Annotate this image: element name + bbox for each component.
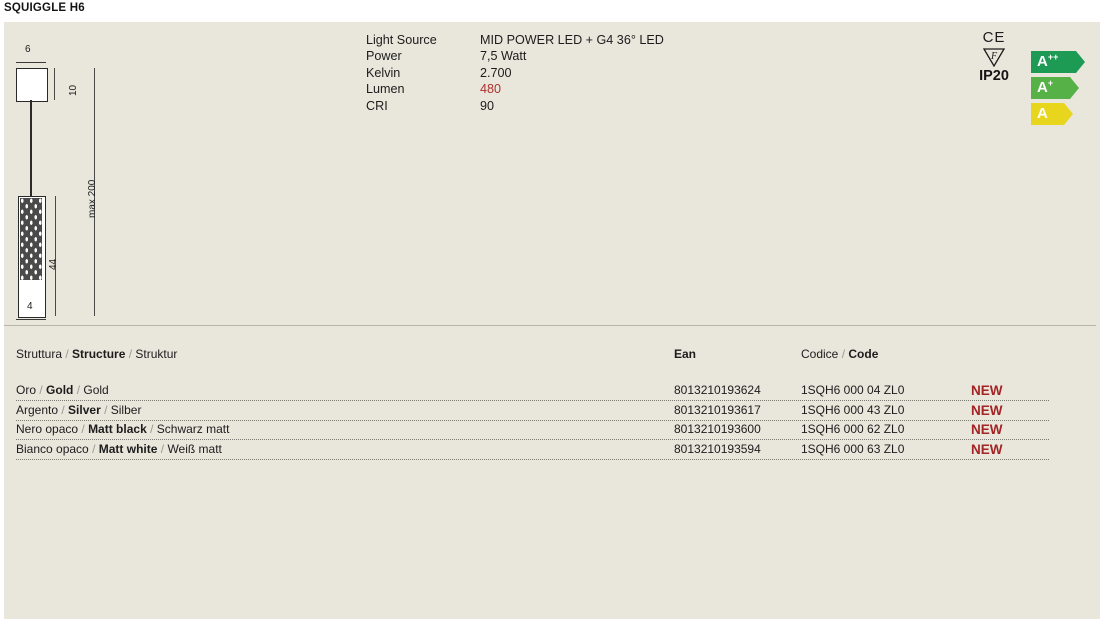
- dimension-rule-bottom: [16, 319, 46, 320]
- dimension-rule-top: [16, 62, 46, 63]
- spec-row-lumen: Lumen 480: [366, 81, 664, 97]
- name-it: Bianco opaco: [16, 441, 89, 456]
- structure-en: Structure: [72, 347, 126, 361]
- spec-value-lumen: 480: [480, 82, 502, 97]
- f-mark-icon: F: [983, 48, 1005, 67]
- spec-label: Power: [366, 49, 402, 64]
- spec-row-light-source: Light Source MID POWER LED + G4 36° LED: [366, 32, 664, 48]
- energy-label-group: A++ A+ A: [1031, 51, 1095, 129]
- energy-arrow: A+: [1031, 77, 1079, 99]
- energy-arrow: A: [1031, 103, 1073, 125]
- structure-it: Struttura: [16, 347, 63, 361]
- dimension-width-bottom: 4: [27, 301, 33, 312]
- table-row[interactable]: Bianco opaco / Matt white / Weiß matt 80…: [4, 440, 1096, 460]
- energy-arrow: A++: [1031, 51, 1085, 73]
- energy-letter: A: [1037, 105, 1048, 122]
- spec-value: MID POWER LED + G4 36° LED: [480, 33, 664, 47]
- name-en: Gold: [46, 383, 74, 397]
- spec-label: Light Source: [366, 33, 437, 47]
- code-en: Code: [848, 347, 879, 361]
- new-badge: NEW: [971, 383, 1003, 398]
- spec-value: 90: [480, 98, 495, 113]
- mesh-texture: [20, 198, 42, 280]
- page-title: SQUIGGLE H6: [4, 2, 85, 14]
- table-row[interactable]: Nero opaco / Matt black / Schwarz matt 8…: [4, 420, 1096, 440]
- new-badge: NEW: [971, 402, 1003, 418]
- variant-code: 1SQH6 000 62 ZL0: [801, 422, 905, 436]
- variant-ean: 8013210193624: [674, 383, 761, 397]
- content-panel: 6 10 44 max 200 4 Light Source MID POWER…: [4, 22, 1100, 619]
- variant-ean: 8013210193594: [674, 441, 761, 456]
- name-de: Gold: [83, 383, 109, 397]
- dimension-width-top: 6: [25, 44, 31, 55]
- table-row[interactable]: Argento / Silver / Silber 8013210193617 …: [4, 401, 1096, 421]
- variant-name: Bianco opaco / Matt white / Weiß matt: [16, 441, 222, 456]
- name-en: Silver: [68, 402, 101, 417]
- svg-text:F: F: [990, 51, 998, 62]
- name-it: Argento: [16, 402, 59, 417]
- spec-value: 2.700: [480, 65, 512, 80]
- energy-row-a-plus-plus: A++: [1031, 51, 1095, 73]
- variant-name: Oro / Gold / Gold: [16, 383, 109, 397]
- technical-drawing: 6 10 44 max 200 4: [4, 22, 134, 322]
- dimension-height-canopy: 10: [68, 84, 79, 96]
- row-separator: [16, 458, 1049, 460]
- specification-list: Light Source MID POWER LED + G4 36° LED …: [366, 32, 664, 114]
- table-row[interactable]: Oro / Gold / Gold 8013210193624 1SQH6 00…: [4, 381, 1096, 401]
- variant-code: 1SQH6 000 43 ZL0: [801, 402, 905, 417]
- column-header-structure: Struttura / Structure / Struktur: [16, 347, 178, 361]
- name-en: Matt black: [88, 422, 147, 436]
- energy-letter: A: [1037, 53, 1048, 70]
- variant-name: Nero opaco / Matt black / Schwarz matt: [16, 422, 230, 436]
- new-badge: NEW: [971, 422, 1003, 437]
- dimension-tick-body: [55, 196, 56, 316]
- variant-name: Argento / Silver / Silber: [16, 402, 142, 417]
- ip-rating-label: IP20: [979, 68, 1009, 84]
- ce-mark-icon: CE: [982, 29, 1006, 46]
- energy-plus: ++: [1047, 52, 1059, 62]
- spec-row-kelvin: Kelvin 2.700: [366, 65, 664, 81]
- structure-de: Struktur: [135, 347, 178, 361]
- spec-row-power: Power 7,5 Watt: [366, 48, 664, 64]
- spec-row-cri: CRI 90: [366, 98, 664, 114]
- column-header-code: Codice / Code: [801, 347, 879, 361]
- variant-ean: 8013210193617: [674, 402, 761, 417]
- spec-value: 7,5 Watt: [480, 49, 527, 64]
- variants-table: Struttura / Structure / Struktur Ean Cod…: [4, 340, 1096, 460]
- table-header-row: Struttura / Structure / Struktur Ean Cod…: [4, 340, 1096, 368]
- suspension-cable: [30, 100, 32, 196]
- name-it: Oro: [16, 383, 37, 397]
- dimension-max-drop: max 200: [87, 179, 98, 218]
- table-header-gap: [4, 368, 1096, 381]
- canopy-shape: [16, 68, 48, 102]
- code-it: Codice: [801, 347, 839, 361]
- dimension-tick-canopy: [54, 68, 55, 100]
- spec-label: Lumen: [366, 82, 405, 97]
- table-top-divider: [4, 325, 1096, 326]
- spec-label: Kelvin: [366, 65, 401, 80]
- datasheet-page: SQUIGGLE H6 6 10 44 max 200 4 Light Sour…: [0, 0, 1104, 621]
- energy-row-a: A: [1031, 103, 1095, 125]
- dimension-height-body: 44: [48, 258, 59, 270]
- spec-label: CRI: [366, 98, 388, 113]
- energy-row-a-plus: A+: [1031, 77, 1095, 99]
- variant-code: 1SQH6 000 04 ZL0: [801, 383, 905, 397]
- energy-letter: A: [1037, 79, 1048, 96]
- certification-marks: CE F IP20: [966, 30, 1022, 85]
- variant-ean: 8013210193600: [674, 422, 761, 436]
- name-en: Matt white: [98, 441, 158, 456]
- name-de: Silber: [110, 402, 142, 417]
- name-de: Weiß matt: [167, 441, 222, 456]
- energy-plus: +: [1047, 78, 1054, 88]
- name-it: Nero opaco: [16, 422, 79, 436]
- column-header-ean: Ean: [674, 347, 697, 361]
- variant-code: 1SQH6 000 63 ZL0: [801, 441, 905, 456]
- name-de: Schwarz matt: [156, 422, 230, 436]
- new-badge: NEW: [971, 441, 1003, 457]
